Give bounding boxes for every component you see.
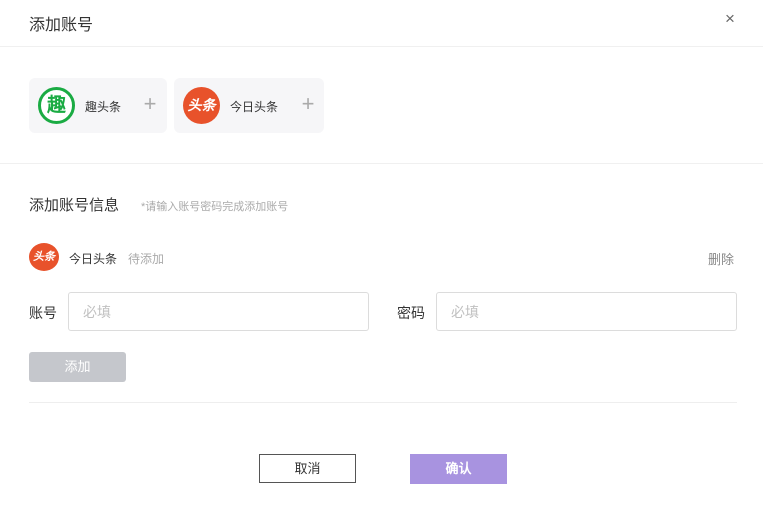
section-title: 添加账号信息 (29, 197, 120, 214)
platform-name: 趣头条 (85, 100, 122, 114)
status-badge: 待添加 (128, 252, 165, 266)
platform-list: 趣 趣头条 + 头条 今日头条 + (0, 47, 763, 164)
account-label: 账号 (29, 305, 57, 321)
dialog-title: 添加账号 (29, 17, 94, 34)
add-account-dialog: 添加账号 × 趣 趣头条 + 头条 今日头条 + 添加账号信息 *请输入账号密码… (0, 0, 763, 512)
section-hint: *请输入账号密码完成添加账号 (141, 201, 289, 213)
toutiao-logo-icon: 头条 (29, 243, 59, 271)
pending-platform-name: 今日头条 (69, 252, 118, 266)
platform-card-qutoutiao[interactable]: 趣 趣头条 + (29, 78, 167, 133)
plus-icon[interactable]: + (298, 93, 318, 115)
divider (29, 402, 737, 403)
dialog-header: 添加账号 × (0, 0, 763, 47)
cancel-button[interactable]: 取消 (259, 454, 356, 483)
platform-card-toutiao[interactable]: 头条 今日头条 + (174, 78, 324, 133)
qutoutiao-logo-icon: 趣 (38, 87, 75, 124)
account-input[interactable] (68, 292, 369, 331)
delete-button[interactable]: 删除 (708, 249, 734, 268)
password-input[interactable] (436, 292, 737, 331)
password-label: 密码 (397, 305, 425, 321)
confirm-button[interactable]: 确认 (410, 454, 507, 484)
toutiao-logo-icon: 头条 (183, 87, 220, 124)
plus-icon[interactable]: + (140, 93, 160, 115)
add-button[interactable]: 添加 (29, 352, 126, 382)
platform-name: 今日头条 (230, 100, 279, 114)
close-icon[interactable]: × (721, 9, 739, 29)
